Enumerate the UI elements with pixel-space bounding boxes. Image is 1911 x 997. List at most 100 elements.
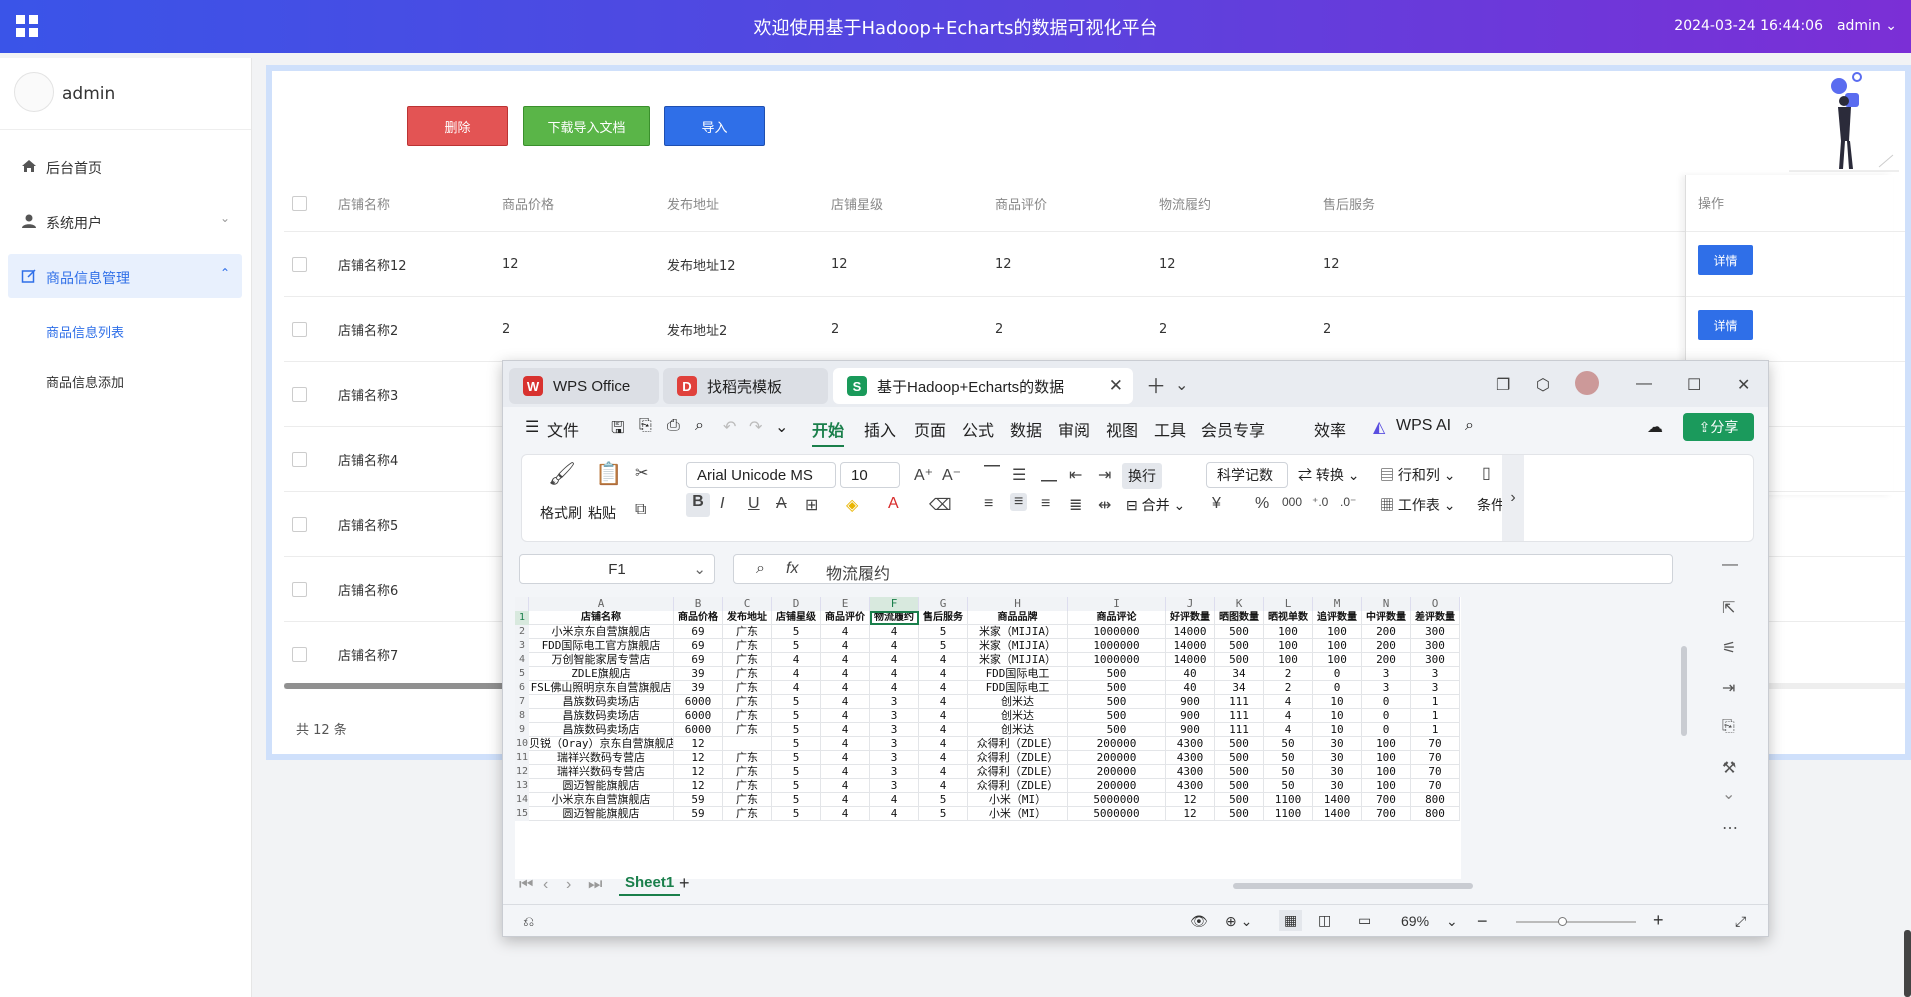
row-checkbox[interactable] [292,647,307,662]
sheet-cell[interactable]: 100 [1313,639,1362,653]
sheet-cell[interactable]: 30 [1313,737,1362,751]
menu-review[interactable]: 审阅 [1058,417,1090,441]
sheet-cell[interactable]: 瑞祥兴数码专营店 [529,751,674,765]
sheet-cell[interactable]: 70 [1411,765,1460,779]
print-icon[interactable]: ⎙ [667,417,680,435]
menu-wps-ai[interactable]: WPS AI [1396,417,1451,435]
sheet-cell[interactable]: 3 [870,709,919,723]
sheet-cell[interactable]: 4 [919,751,968,765]
sheet-cell[interactable]: 4 [821,751,870,765]
page-break-view-icon[interactable]: ◫ [1318,912,1331,929]
sheet-cell[interactable]: 100 [1264,639,1313,653]
row-checkbox[interactable] [292,322,307,337]
sheet-cell[interactable]: 500 [1215,807,1264,821]
sheet-cell[interactable]: 500 [1068,709,1166,723]
sheet-cell[interactable]: 6000 [674,709,723,723]
sheet-cell[interactable]: 米家（MIJIA） [968,625,1068,639]
sheet-cell[interactable]: 500 [1068,667,1166,681]
sheet-cell[interactable]: 万创智能家居专营店 [529,653,674,667]
last-sheet-icon[interactable]: ⏭ [588,876,602,894]
menu-file[interactable]: 文件 [547,417,579,441]
sheet-cell[interactable]: 小米（MI） [968,793,1068,807]
sheet-cell[interactable]: 1100 [1264,793,1313,807]
justify-icon[interactable]: ≣ [1069,495,1082,515]
copy-icon[interactable]: ⧉ [635,501,646,519]
sheet-cell[interactable]: FDD国际电工官方旗舰店 [529,639,674,653]
sheet-cell[interactable]: 5000000 [1068,807,1166,821]
close-tab-icon[interactable]: ✕ [1109,376,1123,396]
sheet-cell[interactable]: 70 [1411,779,1460,793]
sheet-cell[interactable]: 1000000 [1068,625,1166,639]
row-checkbox[interactable] [292,387,307,402]
sheet-cell[interactable]: 111 [1215,709,1264,723]
sheet-cell[interactable]: 广东 [723,653,772,667]
menu-home[interactable]: 开始 [812,417,845,447]
crosshair-icon[interactable]: ⊕ ⌄ [1225,913,1252,930]
align-middle-icon[interactable]: ☰ [1012,465,1026,485]
strikethrough-icon[interactable]: A [776,495,787,513]
row-header[interactable]: 11 [515,751,529,765]
sheet-cell[interactable]: 4 [870,681,919,695]
sheet-cell[interactable]: 4 [870,793,919,807]
sheet-cell[interactable]: 500 [1215,765,1264,779]
currency-icon[interactable]: ¥ [1212,495,1221,513]
sheet-cell[interactable]: 5 [772,639,821,653]
zoom-slider-handle[interactable] [1558,917,1567,926]
sheet-cell[interactable]: 好评数量 [1166,611,1215,625]
sheet-cell[interactable]: 70 [1411,751,1460,765]
sheet-cell[interactable]: 1400 [1313,793,1362,807]
sheet-cell[interactable]: 500 [1215,737,1264,751]
sheet-cell[interactable]: 69 [674,625,723,639]
user-avatar[interactable] [1575,371,1599,395]
sheet-cell[interactable]: 广东 [723,793,772,807]
row-checkbox[interactable] [292,452,307,467]
underline-icon[interactable]: U [748,495,760,513]
row-header[interactable]: 9 [515,723,529,737]
font-family-select[interactable]: Arial Unicode MS [686,462,836,488]
sheet-cell[interactable]: 3 [870,737,919,751]
sheet-cell[interactable]: ZDLE旗舰店 [529,667,674,681]
sheet-cell[interactable]: 111 [1215,695,1264,709]
column-header-E[interactable]: E [821,597,870,611]
format-painter-icon[interactable]: 🖌 [548,461,576,487]
scrollbar-thumb[interactable] [1681,646,1687,736]
sheet-cell[interactable]: 900 [1166,709,1215,723]
sheet-cell[interactable]: 4 [821,625,870,639]
sheet-cell[interactable]: 4 [821,639,870,653]
sheet-cell[interactable]: 5000000 [1068,793,1166,807]
sheet-cell[interactable]: 100 [1362,765,1411,779]
sheet-cell[interactable]: 4 [821,779,870,793]
sheet-cell[interactable]: 众得利（ZDLE） [968,751,1068,765]
sheet-cell[interactable]: 500 [1215,653,1264,667]
sheet-cell[interactable]: 200000 [1068,737,1166,751]
chevron-down-icon[interactable]: ⌄ [1446,913,1458,930]
sheet-cell[interactable]: 30 [1313,765,1362,779]
share-button[interactable]: ⇪ 分享 [1683,413,1754,441]
sheet-cell[interactable]: 4 [821,807,870,821]
sheet-cell[interactable]: 米家（MIJIA） [968,639,1068,653]
decrease-font-icon[interactable]: A⁻ [942,465,961,485]
row-header[interactable]: 1 [515,611,529,625]
sheet-cell[interactable]: 圆迈智能旗舰店 [529,807,674,821]
row-header[interactable]: 13 [515,779,529,793]
window-list-icon[interactable]: ❐ [1496,375,1510,395]
sheet-cell[interactable]: 4 [821,793,870,807]
sheet-cell[interactable]: 5 [772,695,821,709]
sheet-cell[interactable]: 中评数量 [1362,611,1411,625]
menu-insert[interactable]: 插入 [864,417,896,441]
sheet-cell[interactable]: 众得利（ZDLE） [968,779,1068,793]
share-link-icon[interactable]: ⎘ [639,417,652,435]
sheet-cell[interactable]: 40 [1166,681,1215,695]
row-checkbox[interactable] [292,582,307,597]
menu-view[interactable]: 视图 [1106,417,1138,441]
tab-spreadsheet[interactable]: S 基于Hadoop+Echarts的数据 ✕ [833,368,1133,404]
sheet-cell[interactable]: 4 [821,737,870,751]
sheet-cell[interactable]: 0 [1362,723,1411,737]
sheet-cell[interactable]: 0 [1362,709,1411,723]
ribbon-scroll-right-icon[interactable]: › [1502,455,1524,541]
close-window-icon[interactable]: ✕ [1737,375,1750,395]
sheet-cell[interactable]: 39 [674,681,723,695]
sheet-cell[interactable]: 小米京东自营旗舰店 [529,625,674,639]
sheet-cell[interactable]: 14000 [1166,639,1215,653]
sheet-cell[interactable]: 12 [1166,793,1215,807]
